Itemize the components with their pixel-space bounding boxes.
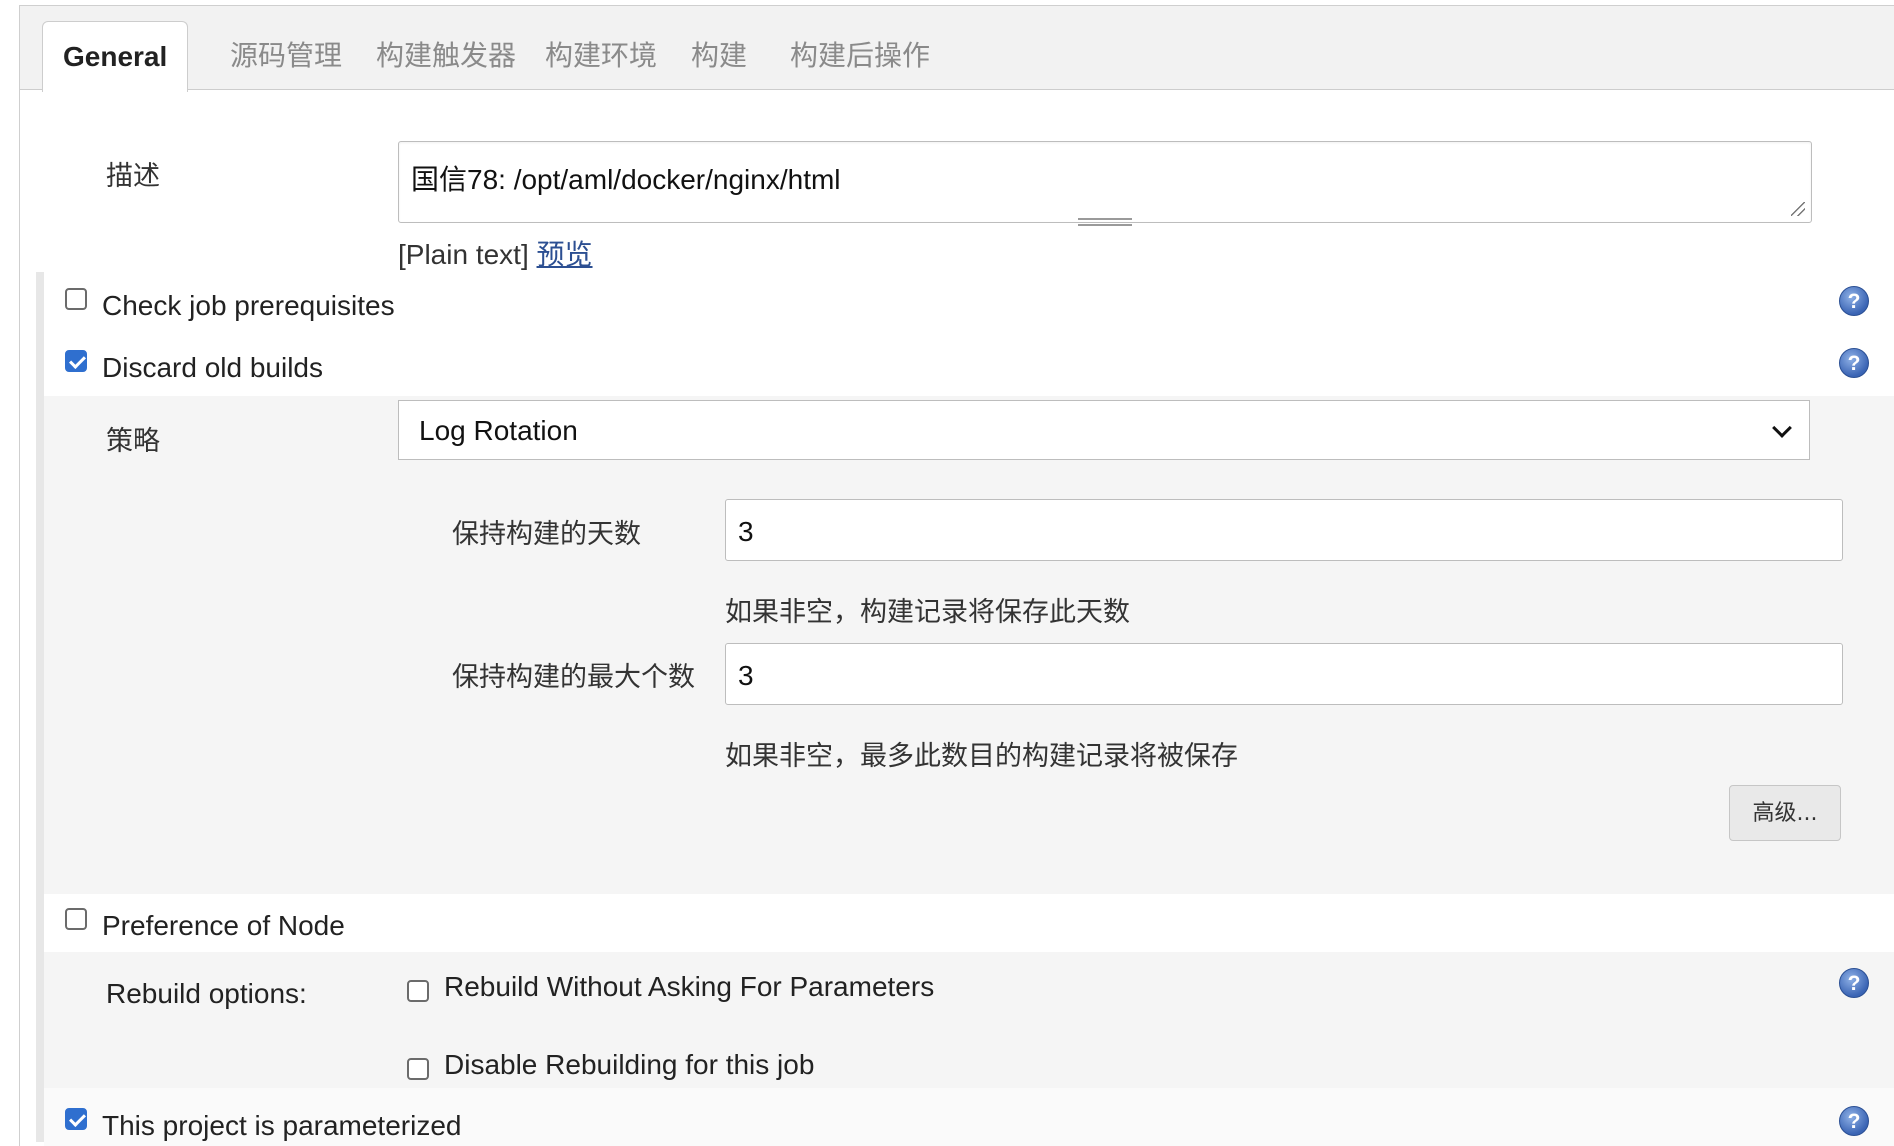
parameterized-label[interactable]: This project is parameterized bbox=[102, 1110, 461, 1142]
max-builds-input[interactable]: 3 bbox=[725, 643, 1843, 705]
resize-handle[interactable] bbox=[1078, 218, 1132, 226]
config-panel: General 源码管理 构建触发器 构建环境 构建 构建后操作 描述 国信78… bbox=[19, 5, 1894, 1146]
days-to-keep-value: 3 bbox=[738, 516, 754, 547]
days-to-keep-hint: 如果非空，构建记录将保存此天数 bbox=[725, 597, 1130, 628]
strategy-selected-value: Log Rotation bbox=[419, 415, 578, 446]
description-format: [Plain text] 预览 bbox=[398, 233, 593, 273]
tab-scm[interactable]: 源码管理 bbox=[210, 21, 362, 90]
format-label: [Plain text] bbox=[398, 239, 529, 270]
tab-general[interactable]: General bbox=[42, 21, 189, 92]
preference-node-label[interactable]: Preference of Node bbox=[102, 910, 345, 942]
question-circle-icon[interactable]: ? bbox=[1839, 286, 1869, 316]
question-circle-icon[interactable]: ? bbox=[1839, 348, 1869, 378]
rebuild-options-label: Rebuild options: bbox=[106, 978, 307, 1009]
days-to-keep-input[interactable]: 3 bbox=[725, 499, 1843, 561]
question-circle-icon[interactable]: ? bbox=[1839, 968, 1869, 998]
parameterized-checkbox[interactable] bbox=[65, 1108, 87, 1130]
section-bar bbox=[36, 272, 44, 1142]
tab-build-environment[interactable]: 构建环境 bbox=[525, 21, 677, 90]
max-builds-hint: 如果非空，最多此数目的构建记录将被保存 bbox=[725, 741, 1238, 772]
max-builds-label: 保持构建的最大个数 bbox=[452, 662, 695, 693]
advanced-button[interactable]: 高级... bbox=[1729, 785, 1841, 841]
description-textarea[interactable]: 国信78: /opt/aml/docker/nginx/html bbox=[398, 141, 1812, 226]
description-value: 国信78: /opt/aml/docker/nginx/html bbox=[411, 164, 841, 195]
strategy-select[interactable]: Log Rotation bbox=[398, 400, 1810, 460]
disable-rebuilding-label[interactable]: Disable Rebuilding for this job bbox=[444, 1049, 814, 1081]
rebuild-options-section bbox=[44, 952, 1894, 1088]
max-builds-value: 3 bbox=[738, 660, 754, 691]
discard-old-builds-label[interactable]: Discard old builds bbox=[102, 352, 323, 384]
tab-build[interactable]: 构建 bbox=[671, 21, 767, 90]
rebuild-without-params-checkbox[interactable] bbox=[407, 980, 429, 1002]
tab-post-build[interactable]: 构建后操作 bbox=[770, 21, 950, 90]
tab-build-triggers[interactable]: 构建触发器 bbox=[356, 21, 536, 90]
tab-bar: General 源码管理 构建触发器 构建环境 构建 构建后操作 bbox=[20, 6, 1894, 92]
strategy-label: 策略 bbox=[106, 426, 160, 457]
check-prereq-label[interactable]: Check job prerequisites bbox=[102, 290, 395, 322]
chevron-down-icon bbox=[1772, 418, 1792, 438]
days-to-keep-label: 保持构建的天数 bbox=[452, 519, 641, 550]
question-circle-icon[interactable]: ? bbox=[1839, 1106, 1869, 1136]
preference-node-checkbox[interactable] bbox=[65, 908, 87, 930]
check-prereq-checkbox[interactable] bbox=[65, 288, 87, 310]
disable-rebuilding-checkbox[interactable] bbox=[407, 1058, 429, 1080]
resize-grip-icon[interactable] bbox=[1791, 202, 1805, 216]
discard-old-builds-checkbox[interactable] bbox=[65, 350, 87, 372]
description-label: 描述 bbox=[106, 161, 160, 192]
rebuild-without-params-label[interactable]: Rebuild Without Asking For Parameters bbox=[444, 971, 934, 1003]
preview-link[interactable]: 预览 bbox=[537, 238, 593, 271]
